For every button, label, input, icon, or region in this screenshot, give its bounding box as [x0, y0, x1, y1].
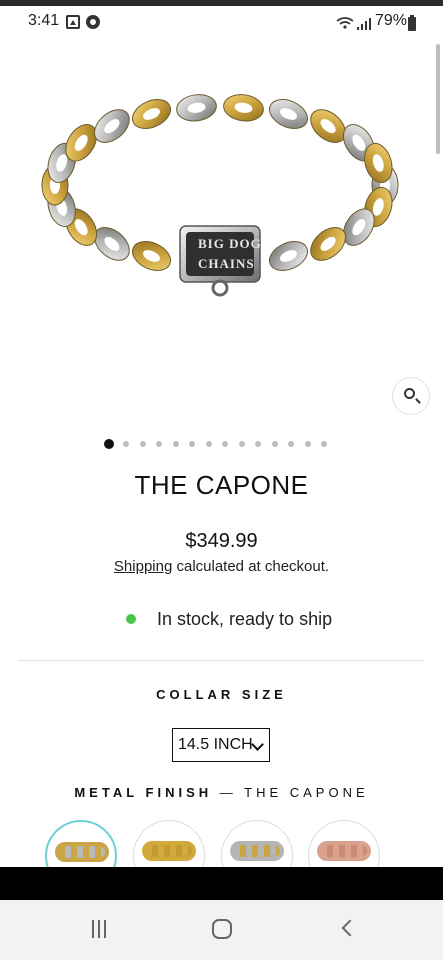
collar-size-label: COLLAR SIZE	[156, 687, 287, 702]
recent-apps-icon[interactable]	[90, 920, 108, 938]
bottom-black-bar	[0, 867, 443, 900]
metal-finish-separator: —	[212, 785, 245, 800]
product-image[interactable]: BIG DOG CHAINS	[40, 80, 400, 320]
product-title: THE CAPONE	[134, 470, 309, 500]
swatch-chain-thumbnail	[230, 841, 284, 861]
collar-size-value: 14.5 INCH	[178, 736, 253, 753]
status-time: 3:41	[28, 12, 60, 29]
metal-finish-value: THE CAPONE	[244, 785, 369, 800]
metal-finish-title: METAL FINISH	[74, 785, 213, 800]
shipping-note: Shipping calculated at checkout.	[0, 558, 443, 575]
chrome-icon	[86, 15, 100, 29]
in-stock-indicator	[126, 614, 136, 624]
swatch-chain-thumbnail	[55, 842, 109, 862]
gallery-dot[interactable]	[288, 441, 294, 447]
status-bar: 3:41 79%	[0, 6, 443, 38]
chevron-down-icon	[251, 738, 264, 751]
battery-icon	[408, 15, 416, 31]
buckle-logo: BIG DOG	[198, 236, 262, 251]
shipping-link[interactable]: Shipping	[114, 558, 172, 575]
metal-finish-label: METAL FINISH — THE CAPONE	[0, 785, 443, 800]
back-icon[interactable]	[341, 919, 359, 937]
wifi-icon	[336, 17, 354, 29]
stock-text: In stock, ready to ship	[157, 608, 333, 629]
battery-percentage: 79%	[375, 12, 408, 29]
gallery-dot[interactable]	[156, 441, 162, 447]
search-icon	[404, 388, 415, 399]
gallery-dot[interactable]	[123, 441, 129, 447]
collar-size-select[interactable]: 14.5 INCH	[172, 728, 270, 762]
gallery-dot[interactable]	[238, 441, 245, 447]
product-price: $349.99	[185, 530, 258, 552]
swatch-chain-thumbnail	[142, 841, 196, 861]
gallery-dot[interactable]	[304, 441, 311, 447]
gallery-dot[interactable]	[255, 441, 261, 447]
signal-icon	[357, 18, 371, 30]
stock-status: In stock, ready to ship	[126, 608, 332, 630]
gallery-dot[interactable]	[172, 441, 179, 447]
gallery-dot[interactable]	[271, 441, 278, 447]
gallery-dot[interactable]	[205, 441, 212, 447]
svg-text:CHAINS: CHAINS	[198, 256, 255, 271]
gallery-dot[interactable]	[189, 441, 195, 447]
zoom-button[interactable]	[392, 377, 430, 415]
shipping-text: calculated at checkout.	[172, 558, 330, 575]
swatch-chain-thumbnail	[317, 841, 371, 861]
home-icon[interactable]	[212, 919, 232, 939]
gallery-dot[interactable]	[139, 441, 146, 447]
system-nav-bar	[0, 900, 443, 960]
gallery-dot[interactable]	[321, 441, 327, 447]
gallery-icon	[66, 15, 80, 29]
gallery-dot[interactable]	[222, 441, 228, 447]
divider	[18, 660, 425, 661]
gallery-pagination[interactable]	[104, 438, 338, 450]
chain-buckle: BIG DOG CHAINS	[179, 225, 262, 297]
gallery-dot[interactable]	[104, 439, 114, 449]
page-scrollbar[interactable]	[436, 44, 440, 154]
